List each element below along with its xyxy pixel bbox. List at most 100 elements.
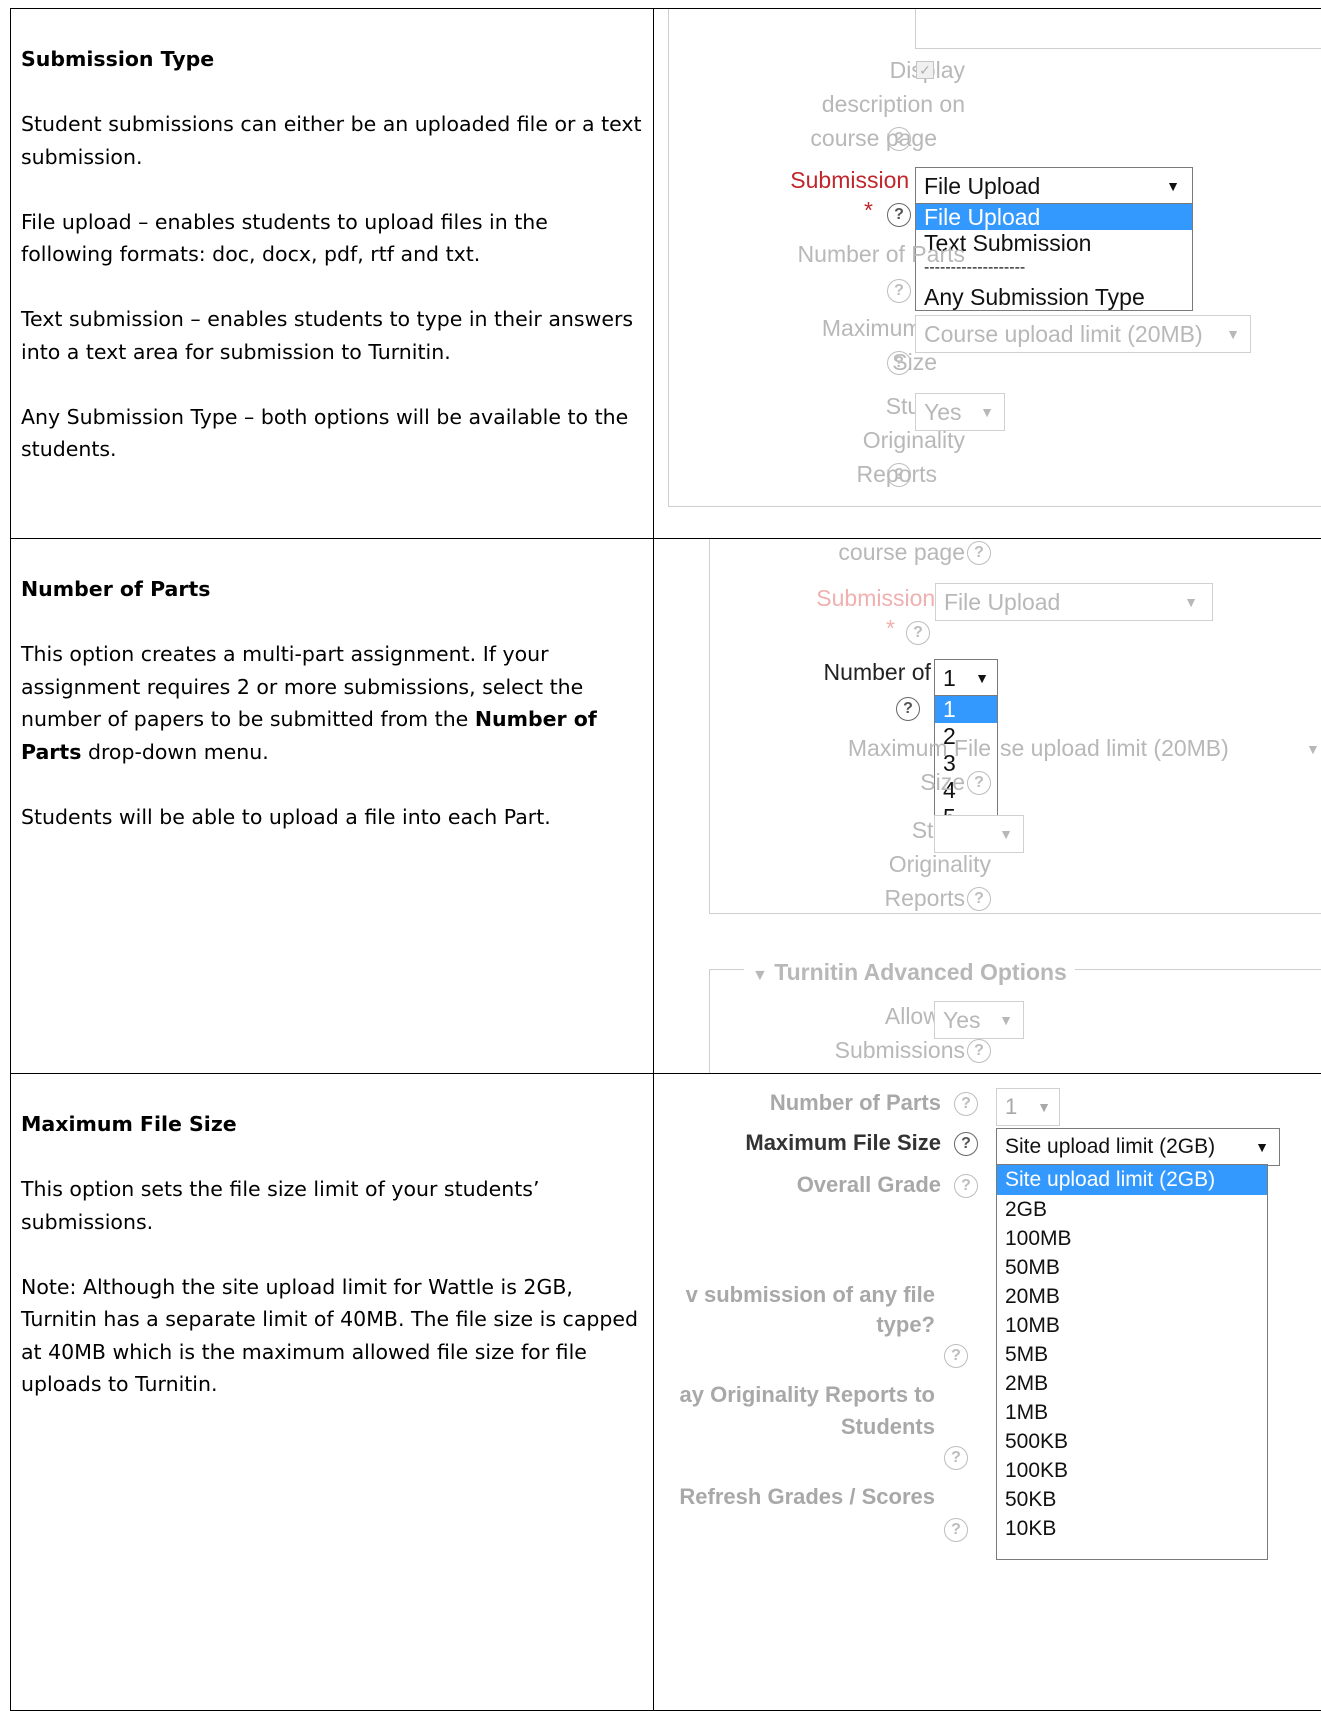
originality-label-3: Reports bbox=[884, 885, 965, 912]
screenshot-cell: Number of Parts ? 1▼ Maximum File Size ?… bbox=[654, 1074, 1321, 1711]
chevron-down-icon: ▼ bbox=[752, 967, 768, 984]
submission-type-select[interactable]: File Upload ▼ bbox=[935, 583, 1213, 621]
select-value: Course upload limit (20MB) bbox=[924, 321, 1203, 347]
display-label-3: course page bbox=[810, 125, 937, 152]
option-2mb[interactable]: 2MB bbox=[997, 1369, 1267, 1398]
legend-text: Turnitin Advanced Options bbox=[774, 959, 1067, 985]
help-icon[interactable]: ? bbox=[967, 1039, 991, 1063]
originality-label-2: Originality bbox=[889, 851, 991, 878]
description-cell: Maximum File Size This option sets the f… bbox=[11, 1074, 654, 1711]
chevron-down-icon: ▼ bbox=[1226, 316, 1240, 352]
select-value: File Upload bbox=[944, 589, 1060, 615]
help-icon[interactable]: ? bbox=[944, 1446, 968, 1470]
any-file-type-label-2: type? bbox=[876, 1312, 935, 1338]
option-50kb[interactable]: 50KB bbox=[997, 1485, 1267, 1514]
option-10mb[interactable]: 10MB bbox=[997, 1311, 1267, 1340]
option-100kb[interactable]: 100KB bbox=[997, 1456, 1267, 1485]
number-of-parts-select[interactable]: 1▼ bbox=[934, 659, 998, 697]
parts-options: 1 2 3 4 5 bbox=[934, 695, 998, 831]
option-file-upload[interactable]: File Upload bbox=[916, 204, 1192, 230]
number-of-parts-select[interactable]: 1▼ bbox=[996, 1088, 1060, 1126]
option-2gb[interactable]: 2GB bbox=[997, 1195, 1267, 1224]
description-cell: Number of Parts This option creates a mu… bbox=[11, 539, 654, 1074]
text-run: drop-down menu. bbox=[81, 740, 268, 764]
chevron-down-icon: ▼ bbox=[975, 660, 989, 696]
paragraph: File upload – enables students to upload… bbox=[21, 206, 643, 271]
submission-type-select[interactable]: File Upload▼ bbox=[915, 167, 1193, 205]
help-icon[interactable]: ? bbox=[887, 203, 911, 227]
late-submissions-label-2: Submissions bbox=[835, 1037, 965, 1064]
originality-select[interactable]: ▼ bbox=[934, 815, 1024, 853]
selected-value: File Upload bbox=[924, 173, 1040, 199]
help-icon[interactable]: ? bbox=[944, 1518, 968, 1542]
settings-screenshot: Display ✓ description on course page ? S… bbox=[654, 9, 1321, 538]
chevron-down-icon: ▼ bbox=[980, 394, 994, 430]
chevron-down-icon: ▼ bbox=[999, 816, 1013, 852]
row-maximum-file-size: Maximum File Size This option sets the f… bbox=[11, 1074, 1321, 1711]
late-submissions-select[interactable]: Yes ▼ bbox=[934, 1001, 1024, 1039]
display-checkbox[interactable]: ✓ bbox=[916, 61, 934, 79]
section-heading: Submission Type bbox=[21, 43, 643, 76]
option-100mb[interactable]: 100MB bbox=[997, 1224, 1267, 1253]
help-icon[interactable]: ? bbox=[887, 351, 911, 375]
refresh-grades-label: Refresh Grades / Scores bbox=[679, 1484, 935, 1510]
paragraph: Text submission – enables students to ty… bbox=[21, 303, 643, 368]
overall-grade-label: Overall Grade bbox=[797, 1172, 941, 1198]
required-asterisk: * bbox=[886, 615, 895, 642]
option-5mb[interactable]: 5MB bbox=[997, 1340, 1267, 1369]
screenshot-cell: course page ? Submission Type File Uploa… bbox=[654, 539, 1321, 1074]
help-icon[interactable]: ? bbox=[887, 463, 911, 487]
option-20mb[interactable]: 20MB bbox=[997, 1282, 1267, 1311]
option-500kb[interactable]: 500KB bbox=[997, 1427, 1267, 1456]
max-file-size-select[interactable]: Course upload limit (20MB) ▼ bbox=[915, 315, 1251, 353]
help-icon[interactable]: ? bbox=[967, 887, 991, 911]
help-icon[interactable]: ? bbox=[967, 541, 991, 565]
paragraph: This option sets the file size limit of … bbox=[21, 1173, 643, 1238]
paragraph: Student submissions can either be an upl… bbox=[21, 108, 643, 173]
chevron-down-icon: ▼ bbox=[999, 1002, 1013, 1038]
select-value: 1 bbox=[943, 665, 956, 691]
option-50mb[interactable]: 50MB bbox=[997, 1253, 1267, 1282]
select-value: Site upload limit (2GB) bbox=[1005, 1135, 1215, 1158]
section-heading: Number of Parts bbox=[21, 573, 643, 606]
max-file-size-label: Maximum File bbox=[848, 735, 991, 762]
select-value: 1 bbox=[1005, 1094, 1017, 1119]
display-label-2: description on bbox=[822, 91, 965, 118]
file-size-options: Site upload limit (2GB) 2GB 100MB 50MB 2… bbox=[996, 1164, 1268, 1560]
help-icon[interactable]: ? bbox=[954, 1132, 978, 1156]
help-icon[interactable]: ? bbox=[954, 1092, 978, 1116]
select-value: Yes bbox=[924, 399, 962, 425]
help-icon[interactable]: ? bbox=[954, 1174, 978, 1198]
paragraph: Any Submission Type – both options will … bbox=[21, 401, 643, 466]
help-icon[interactable]: ? bbox=[944, 1344, 968, 1368]
settings-screenshot: Number of Parts ? 1▼ Maximum File Size ?… bbox=[654, 1074, 1321, 1710]
help-icon[interactable]: ? bbox=[906, 621, 930, 645]
instruction-table: Submission Type Student submissions can … bbox=[10, 8, 1321, 1711]
required-asterisk: * bbox=[864, 197, 873, 224]
chevron-down-icon: ▼ bbox=[1255, 1129, 1269, 1165]
advanced-options-legend[interactable]: ▼ Turnitin Advanced Options bbox=[744, 959, 1075, 986]
chevron-down-icon: ▼ bbox=[1037, 1089, 1051, 1125]
help-icon[interactable]: ? bbox=[896, 697, 920, 721]
max-file-size-label: Maximum File Size bbox=[745, 1130, 941, 1156]
number-of-parts-label: Number of Parts bbox=[770, 1090, 941, 1116]
help-icon[interactable]: ? bbox=[887, 127, 911, 151]
max-file-size-value: se upload limit (20MB) bbox=[1000, 735, 1229, 762]
description-editor bbox=[915, 9, 1321, 50]
option-1[interactable]: 1 bbox=[935, 696, 997, 723]
row-number-of-parts: Number of Parts This option creates a mu… bbox=[11, 539, 1321, 1074]
option-10kb[interactable]: 10KB bbox=[997, 1514, 1267, 1543]
option-site-limit[interactable]: Site upload limit (2GB) bbox=[997, 1165, 1267, 1195]
chevron-down-icon: ▼ bbox=[1184, 584, 1198, 620]
help-icon[interactable]: ? bbox=[967, 771, 991, 795]
select-value: Yes bbox=[943, 1007, 981, 1033]
originality-reports-label: ay Originality Reports to bbox=[680, 1382, 936, 1408]
paragraph: This option creates a multi-part assignm… bbox=[21, 638, 643, 768]
help-icon[interactable]: ? bbox=[887, 279, 911, 303]
chevron-down-icon: ▼ bbox=[1306, 741, 1320, 757]
option-any-type[interactable]: Any Submission Type bbox=[916, 284, 1192, 311]
option-1mb[interactable]: 1MB bbox=[997, 1398, 1267, 1427]
originality-select[interactable]: Yes ▼ bbox=[915, 393, 1005, 431]
max-file-size-select[interactable]: Site upload limit (2GB) ▼ bbox=[996, 1128, 1280, 1166]
any-file-type-label: v submission of any file bbox=[686, 1282, 935, 1308]
